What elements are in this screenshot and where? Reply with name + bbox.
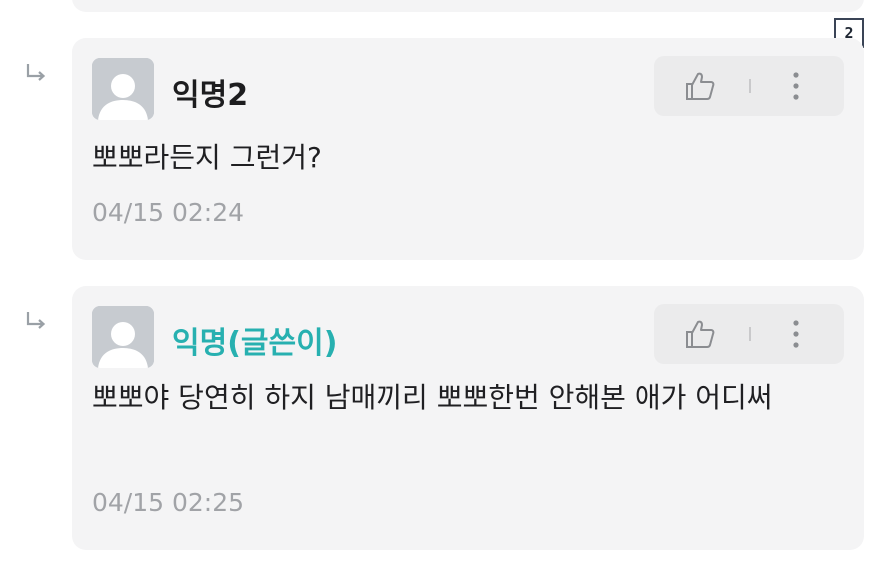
- comment-timestamp: 04/15 02:25: [92, 488, 245, 517]
- comment-thread: 2 익명2 뽀뽀라든지 그런거? 04/15 02:24 익명(글쓴이) 뽀뽀야…: [0, 0, 882, 572]
- more-vertical-icon[interactable]: [786, 68, 806, 104]
- thumbs-up-icon[interactable]: [684, 319, 716, 349]
- action-divider: [749, 79, 751, 93]
- comment-text: 뽀뽀라든지 그런거?: [92, 141, 322, 174]
- comment-actions: [654, 56, 844, 116]
- comment-timestamp: 04/15 02:24: [92, 198, 245, 227]
- comment-author[interactable]: 익명2: [172, 70, 248, 114]
- reply-arrow-icon: [26, 312, 46, 329]
- comment-card: 익명(글쓴이) 뽀뽀야 당연히 하지 남매끼리 뽀뽀한번 안해본 애가 어디써 …: [72, 286, 864, 550]
- comment-card: 익명2 뽀뽀라든지 그런거? 04/15 02:24: [72, 38, 864, 260]
- action-divider: [749, 327, 751, 341]
- comment-actions: [654, 304, 844, 364]
- avatar-placeholder-icon: [92, 58, 154, 120]
- comment-author-op[interactable]: 익명(글쓴이): [172, 318, 337, 362]
- avatar[interactable]: [92, 58, 154, 120]
- comment-text: 뽀뽀야 당연히 하지 남매끼리 뽀뽀한번 안해본 애가 어디써: [92, 381, 773, 414]
- avatar-placeholder-icon: [92, 306, 154, 368]
- more-vertical-icon[interactable]: [786, 316, 806, 352]
- thumbs-up-icon[interactable]: [684, 71, 716, 101]
- avatar[interactable]: [92, 306, 154, 368]
- previous-comment-card: [72, 0, 864, 12]
- reply-arrow-icon: [26, 64, 46, 81]
